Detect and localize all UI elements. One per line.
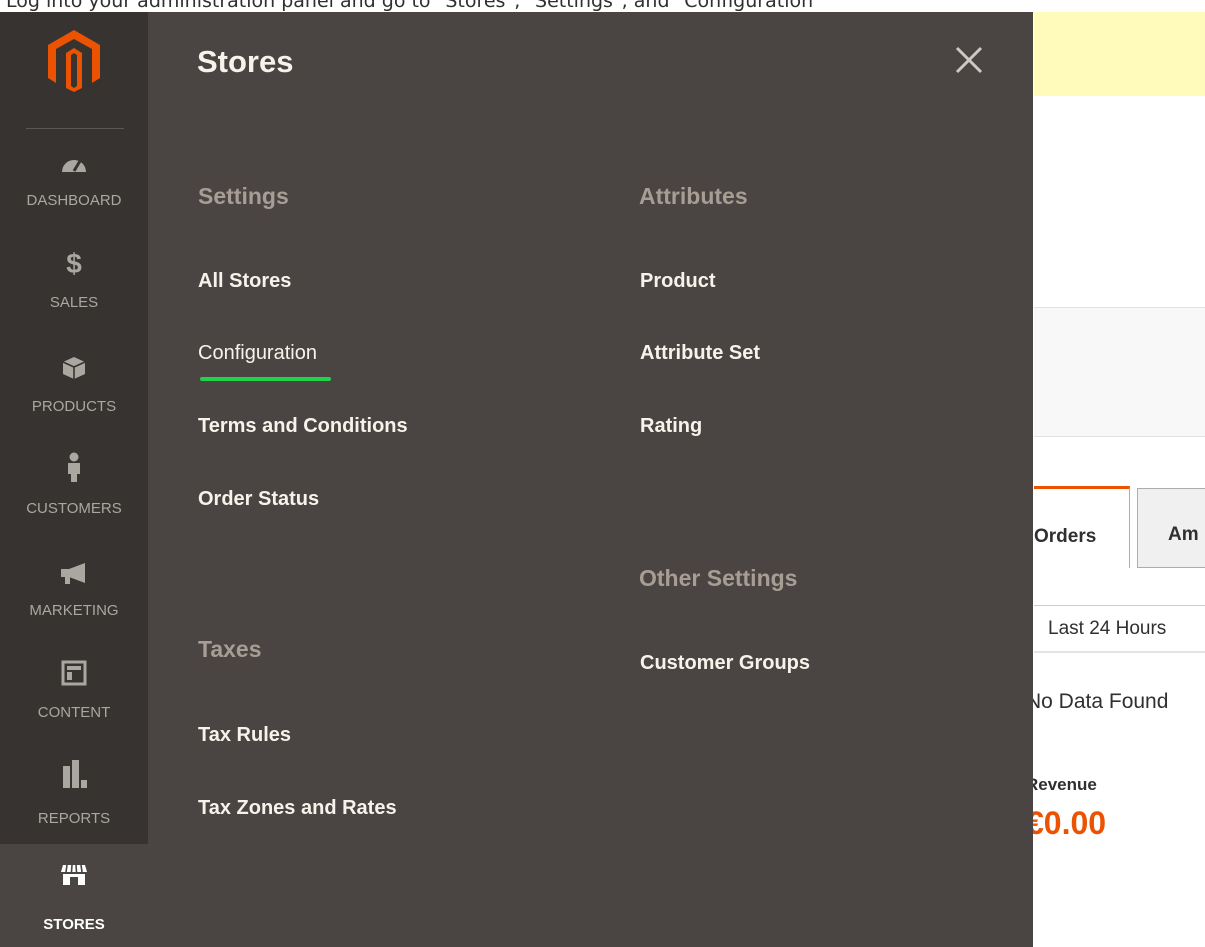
tab-amounts-label: Am: [1168, 524, 1199, 545]
tab-orders-label: Orders: [1034, 526, 1097, 547]
menu-configuration[interactable]: Configuration: [198, 342, 317, 365]
nav-content[interactable]: CONTENT: [0, 652, 148, 754]
nav-products[interactable]: PRODUCTS: [0, 346, 148, 448]
no-data-message: No Data Found: [1026, 690, 1169, 713]
person-icon: [0, 448, 148, 482]
nav-stores-label: STORES: [43, 916, 105, 933]
revenue-label: Revenue: [1026, 775, 1097, 794]
nav-reports-label: REPORTS: [37, 810, 111, 827]
range-label: Last 24 Hours: [1048, 618, 1167, 639]
nav-sales[interactable]: $ SALES: [0, 244, 148, 346]
revenue-value: €0.00: [1026, 805, 1107, 841]
close-icon[interactable]: [954, 45, 984, 75]
menu-terms-and-conditions[interactable]: Terms and Conditions: [198, 415, 408, 438]
dashboard-panel: [1034, 307, 1205, 437]
taxes-group-title: Taxes: [198, 636, 262, 662]
tab-amounts[interactable]: Am: [1137, 488, 1205, 568]
stores-flyout-menu: Stores Settings All Stores Configuration…: [148, 12, 1033, 947]
dollar-icon: $: [66, 248, 82, 279]
other-settings-group-title: Other Settings: [639, 565, 798, 591]
dashboard-icon: [0, 140, 148, 174]
range-selector[interactable]: Last 24 Hours: [1034, 605, 1205, 653]
menu-all-stores[interactable]: All Stores: [198, 270, 291, 293]
layout-icon: [0, 652, 148, 686]
menu-product[interactable]: Product: [640, 270, 716, 293]
bar-chart-icon: [0, 754, 148, 788]
flyout-title: Stores: [197, 44, 294, 79]
nav-dashboard[interactable]: DASHBOARD: [0, 140, 148, 242]
menu-order-status[interactable]: Order Status: [198, 488, 319, 511]
nav-content-label: CONTENT: [37, 704, 111, 721]
nav-customers[interactable]: CUSTOMERS: [0, 448, 148, 550]
nav-marketing-label: MARKETING: [29, 602, 119, 619]
menu-attribute-set[interactable]: Attribute Set: [640, 342, 760, 365]
attributes-group-title: Attributes: [639, 183, 748, 209]
settings-group-title: Settings: [198, 183, 289, 209]
nav-dashboard-label: DASHBOARD: [26, 192, 122, 209]
admin-sidebar: DASHBOARD $ SALES PRODUCTS CUSTOMERS MAR…: [0, 12, 148, 947]
logo-divider: [26, 128, 124, 129]
nav-customers-label: CUSTOMERS: [26, 500, 122, 517]
nav-sales-label: SALES: [49, 294, 99, 311]
nav-reports[interactable]: REPORTS: [0, 754, 148, 856]
megaphone-icon: [0, 550, 148, 584]
magento-logo-icon[interactable]: [44, 28, 104, 94]
menu-tax-zones-and-rates[interactable]: Tax Zones and Rates: [198, 797, 397, 820]
storefront-icon: [0, 852, 148, 886]
nav-marketing[interactable]: MARKETING: [0, 550, 148, 652]
menu-customer-groups[interactable]: Customer Groups: [640, 652, 810, 675]
configuration-highlight-underline: [200, 377, 331, 381]
tab-orders[interactable]: Orders: [1034, 486, 1130, 568]
menu-rating[interactable]: Rating: [640, 415, 702, 438]
menu-tax-rules[interactable]: Tax Rules: [198, 724, 291, 747]
nav-products-label: PRODUCTS: [31, 398, 117, 415]
cube-icon: [0, 346, 148, 380]
instruction-caption: Log into your administration panel and g…: [6, 0, 822, 12]
notice-banner: [1034, 12, 1205, 96]
nav-stores[interactable]: STORES: [0, 844, 148, 947]
